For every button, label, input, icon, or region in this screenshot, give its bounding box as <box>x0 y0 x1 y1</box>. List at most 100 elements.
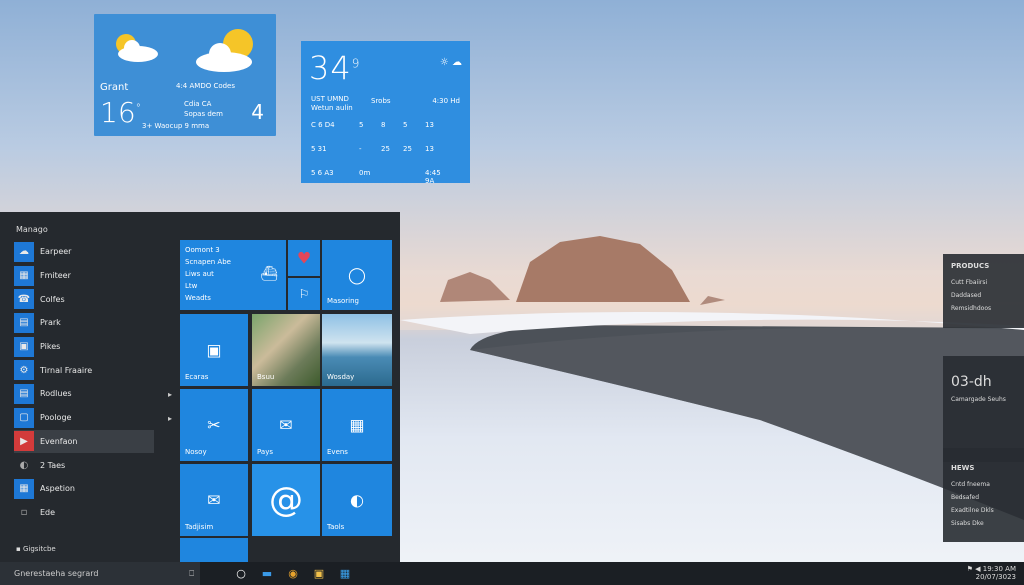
system-tray[interactable]: ⚑ ◀ 19:30 AM 20/07/3023 <box>967 565 1016 581</box>
app-list-item[interactable]: ▤ Prark <box>14 311 154 335</box>
app-icon: ▤ <box>14 312 34 333</box>
app-list-item[interactable]: ▤ Rodlues <box>14 382 154 406</box>
app-list-item[interactable]: ⚙ Tirnal Fraaire <box>14 358 154 382</box>
forecast-cell: 5 6 A3 <box>311 169 334 177</box>
weather-detail: Cdia CA <box>184 100 212 108</box>
app-label: Tirnal Fraaire <box>40 365 93 375</box>
app-list-item[interactable]: ▦ Aspetion <box>14 477 154 501</box>
tile-calendar[interactable]: Oomont 3 Scnapen Abe Liws aut Ltw Weadts… <box>180 240 286 310</box>
app-label: Prark <box>40 318 61 328</box>
weather-detail: Sopas dem <box>184 110 223 118</box>
notification-item[interactable]: Cntd fneema <box>951 478 1024 491</box>
weather-detail: 3+ Waocup 9 mma <box>142 122 210 130</box>
swirl-icon: @ <box>269 480 303 520</box>
tile-events[interactable]: ▦ Evens <box>322 389 392 461</box>
weather-forecast-grid: C 6 D4 5 8 5 13 5 31 - 25 25 13 5 6 A3 0m 4:45 9A <box>311 121 461 185</box>
task-view-icon[interactable]: ○ <box>228 567 254 580</box>
notification-item[interactable]: Sisabs Dke <box>951 517 1024 530</box>
forecast-cell: 0m <box>359 169 371 177</box>
forecast-cell: - <box>359 145 362 153</box>
forecast-cell: 25 <box>403 145 412 153</box>
heart-icon: ♥ <box>296 248 312 268</box>
tile-cortana[interactable]: ◯ Masoring <box>322 240 392 310</box>
app-icon: ▤ <box>14 383 34 404</box>
app-icon: ▦ <box>14 265 34 286</box>
weather-temperature: 16° <box>100 96 142 129</box>
taskbar: Gnerestaeha segrard ⎕ ○ ▬ ◉ ▣ ▦ ⚑ ◀ 19:30… <box>0 562 1024 585</box>
tile-mail[interactable]: ✉ Pays <box>252 389 320 461</box>
weather-header-mid: Srobs <box>371 97 391 105</box>
app-list-item[interactable]: ☎ Colfes <box>14 287 154 311</box>
chrome-icon[interactable]: ◉ <box>280 567 306 580</box>
app-label: 2 Taes <box>40 460 66 470</box>
folder-icon[interactable]: ▣ <box>306 567 332 580</box>
app-label: Pikes <box>40 342 61 352</box>
forecast-cell: 13 <box>425 121 434 129</box>
tile-tools-2[interactable]: ◐ Taols <box>322 464 392 536</box>
app-list-item[interactable]: ▣ Pikes <box>14 335 154 359</box>
app-label: Rodlues <box>40 389 72 399</box>
app-list-item[interactable]: ▶ Evenfaon <box>14 429 154 454</box>
tile-weather[interactable]: Wosday <box>322 314 392 386</box>
mail-icon: ✉ <box>279 415 293 435</box>
notification-panel[interactable]: 03-dh Camargade Seuhs <box>943 356 1024 462</box>
app-icon: ▫ <box>20 506 28 518</box>
forecast-cell: 5 31 <box>311 145 327 153</box>
weather-header-left: UST UMND Wetun aulin <box>311 95 353 112</box>
tile-partial[interactable] <box>180 538 248 562</box>
weather-widget-large[interactable]: 349 ☼ ☁ UST UMND Wetun aulin Srobs 4:30 H… <box>301 41 470 185</box>
app-label: Ede <box>40 507 56 517</box>
weather-big-value: 349 <box>309 49 361 87</box>
app-list-item[interactable]: ▢ Poologe <box>14 406 154 430</box>
forecast-cell: 4:45 9A <box>425 169 441 185</box>
scissors-icon: ✂ <box>207 415 221 435</box>
notification-item[interactable]: Remsidhdoos <box>951 302 1024 315</box>
tile-camera[interactable]: ▣ Ecaras <box>180 314 248 386</box>
explorer-icon[interactable]: ▬ <box>254 567 280 580</box>
tile-tools[interactable]: ✂ Nosoy <box>180 389 248 461</box>
tile-favorites[interactable]: ♥ <box>288 240 320 276</box>
notification-item[interactable]: Exadtilne Dkls <box>951 504 1024 517</box>
circle-icon: ◯ <box>348 265 366 285</box>
tile-browser[interactable]: @ <box>252 464 320 536</box>
app-icon: ☁ <box>14 241 34 262</box>
forecast-cell: 5 <box>359 121 364 129</box>
weather-location: Grant <box>100 82 129 93</box>
app-icon: ▶ <box>14 431 34 452</box>
notification-item[interactable]: Bedsafed <box>951 491 1024 504</box>
store-icon[interactable]: ▦ <box>332 567 358 580</box>
forecast-cell: C 6 D4 <box>311 121 335 129</box>
start-menu-title: Manago <box>16 225 48 234</box>
notification-item[interactable]: Daddased <box>951 289 1024 302</box>
tile-photos[interactable]: Bsuu <box>252 314 320 386</box>
app-icon: ⚙ <box>14 360 34 381</box>
app-list-item[interactable]: ▦ Fmiteer <box>14 264 154 288</box>
mic-icon[interactable]: ⎕ <box>189 569 194 579</box>
weather-widget-small[interactable]: Grant 4:4 AMDO Codes 16° Cdia CA Sopas d… <box>94 14 276 136</box>
tile-messages[interactable]: ✉ Tadjisim <box>180 464 248 536</box>
tile-flag[interactable]: ⚐ <box>288 278 320 310</box>
flag-icon: ⚐ <box>298 287 310 301</box>
weather-icons: ☼ ☁ <box>439 57 462 68</box>
inbox-icon: ✉ <box>207 490 221 510</box>
app-label: Evenfaon <box>40 436 78 446</box>
app-list-item[interactable]: ▫ Ede <box>14 501 154 525</box>
chevron-right-icon[interactable]: ▸ <box>168 414 172 423</box>
forecast-cell: 5 <box>403 121 408 129</box>
calendar-icon: ▦ <box>349 415 365 435</box>
app-icon: ▣ <box>14 336 34 357</box>
app-icon: ◐ <box>19 459 29 471</box>
app-label: Fmiteer <box>40 271 71 281</box>
chevron-right-icon[interactable]: ▸ <box>168 390 172 399</box>
notification-panel[interactable]: PRODUCS Cutt Fbaiirsi Daddased Remsidhdoos <box>943 254 1024 328</box>
app-label: Aspetion <box>40 484 75 494</box>
app-list-item[interactable]: ◐ 2 Taes <box>14 453 154 477</box>
notification-item[interactable]: Cutt Fbaiirsi <box>951 276 1024 289</box>
app-list-item[interactable]: ☁ Earpeer <box>14 240 154 264</box>
search-box[interactable]: Gnerestaeha segrard ⎕ <box>0 562 200 585</box>
notification-item[interactable]: Camargade Seuhs <box>951 396 1024 403</box>
power-label[interactable]: ▪ Gigsitcbe <box>16 545 56 553</box>
weather-subtitle: 4:4 AMDO Codes <box>176 82 236 90</box>
notification-panel[interactable]: HEWS Cntd fneema Bedsafed Exadtilne Dkls Si… <box>943 448 1024 542</box>
weather-header-right: 4:30 Hd <box>432 97 460 105</box>
